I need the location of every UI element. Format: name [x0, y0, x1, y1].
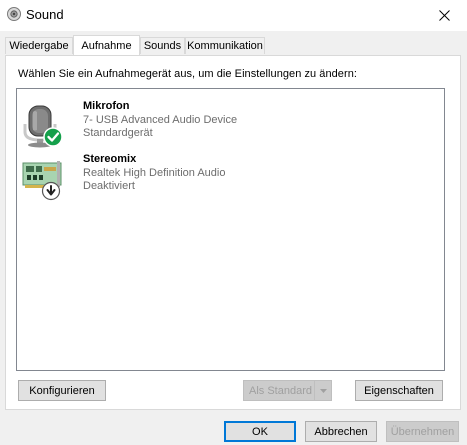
device-status: Standardgerät	[83, 127, 153, 139]
device-name: Mikrofon	[83, 100, 130, 112]
close-button[interactable]	[421, 0, 467, 31]
sound-card-icon	[22, 161, 62, 201]
device-name: Stereomix	[83, 153, 137, 165]
tab-wiedergabe[interactable]: Wiedergabe	[5, 37, 73, 54]
set-default-label: Als Standard	[249, 384, 312, 397]
chevron-down-icon[interactable]	[314, 381, 331, 400]
tab-kommunikation[interactable]: Kommunikation	[185, 37, 265, 54]
device-item-stereomix[interactable]: Stereomix Realtek High Definition Audio …	[17, 153, 437, 203]
configure-button[interactable]: Konfigurieren	[18, 380, 106, 401]
default-device-check-icon	[43, 127, 63, 147]
window-title: Sound	[26, 7, 64, 22]
properties-button[interactable]: Eigenschaften	[355, 380, 443, 401]
tab-bar: Wiedergabe Aufnahme Sounds Kommunikation	[5, 35, 467, 55]
set-default-button[interactable]: Als Standard	[243, 380, 332, 401]
device-item-mikrofon[interactable]: Mikrofon 7- USB Advanced Audio Device St…	[17, 100, 437, 150]
ok-button[interactable]: OK	[224, 421, 296, 442]
device-status: Deaktiviert	[83, 180, 135, 192]
cancel-button[interactable]: Abbrechen	[305, 421, 377, 442]
close-icon	[438, 10, 450, 21]
speaker-icon	[7, 7, 21, 21]
device-detail: 7- USB Advanced Audio Device	[83, 114, 238, 126]
tab-sounds[interactable]: Sounds	[140, 37, 185, 54]
title-bar: Sound	[0, 0, 467, 31]
apply-button[interactable]: Übernehmen	[386, 421, 459, 442]
device-list[interactable]: Mikrofon 7- USB Advanced Audio Device St…	[16, 88, 445, 371]
tab-aufnahme[interactable]: Aufnahme	[73, 35, 140, 55]
disabled-arrow-icon	[41, 181, 61, 201]
microphone-icon	[23, 105, 63, 148]
device-detail: Realtek High Definition Audio	[83, 167, 226, 179]
instruction-text: Wählen Sie ein Aufnahmegerät aus, um die…	[18, 68, 357, 80]
